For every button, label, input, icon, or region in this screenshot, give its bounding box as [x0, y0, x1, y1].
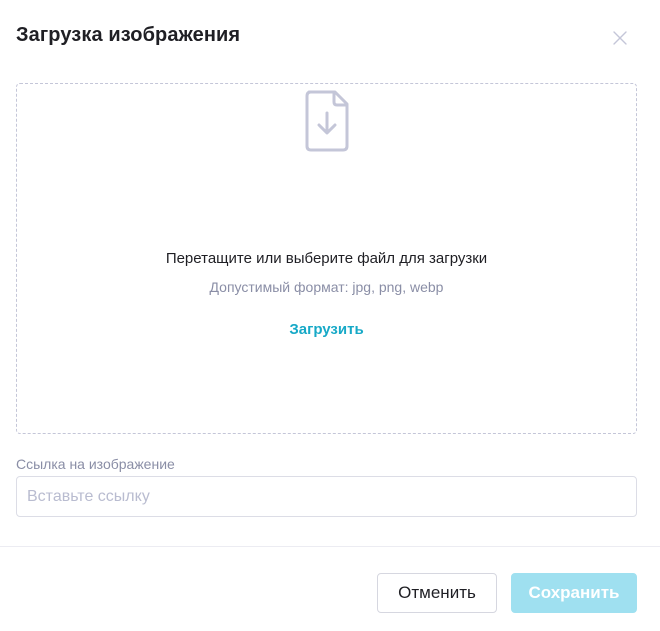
- close-icon: [613, 31, 627, 45]
- dropzone-instruction: Перетащите или выберите файл для загрузк…: [165, 250, 488, 267]
- upload-link[interactable]: Загрузить: [17, 321, 636, 338]
- modal-title: Загрузка изображения: [16, 24, 241, 46]
- footer-divider: [0, 546, 660, 547]
- save-button[interactable]: Сохранить: [511, 573, 637, 613]
- close-button[interactable]: [610, 28, 630, 48]
- file-dropzone[interactable]: Перетащите или выберите файл для загрузк…: [16, 83, 637, 434]
- cancel-button[interactable]: Отменить: [377, 573, 497, 613]
- image-link-input[interactable]: [16, 476, 637, 517]
- allowed-formats-hint: Допустимый формат: jpg, png, webp: [209, 279, 444, 295]
- file-download-icon: [305, 90, 349, 152]
- image-link-label: Ссылка на изображение: [16, 456, 175, 472]
- upload-image-modal: Загрузка изображения Перетащите или выбе…: [0, 0, 660, 631]
